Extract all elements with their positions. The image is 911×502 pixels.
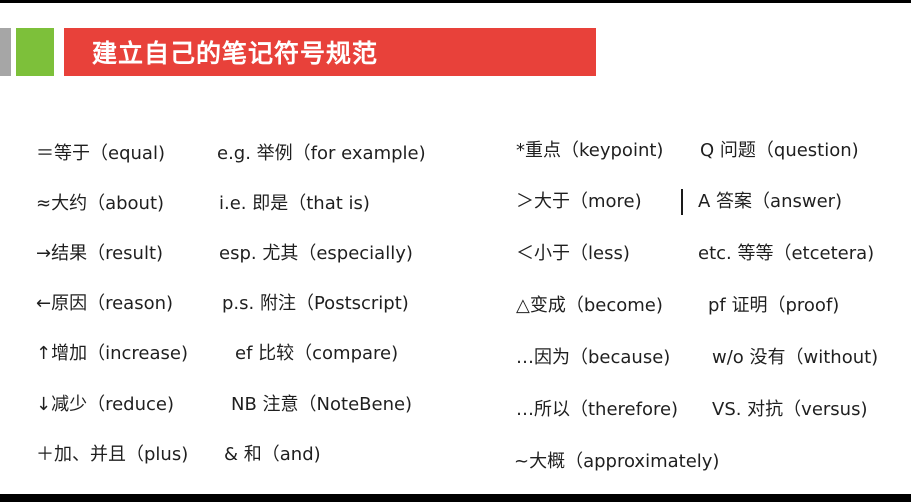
abbr-ie: i.e. 即是（that is) xyxy=(219,193,370,214)
symbol-become: △变成（become) xyxy=(516,295,663,316)
symbol-about: ≈大约（about) xyxy=(36,193,165,214)
symbol-increase: ↑增加（increase) xyxy=(36,343,188,364)
symbol-therefore: …所以（therefore) xyxy=(516,399,679,420)
bottom-border xyxy=(0,494,911,502)
abbr-without: w/o 没有（without) xyxy=(712,347,879,368)
abbr-eg: e.g. 举例（for example) xyxy=(217,143,426,164)
symbol-keypoint: *重点（keypoint) xyxy=(516,140,664,161)
abbr-nb: NB 注意（NoteBene) xyxy=(231,394,413,415)
accent-block-gray xyxy=(0,28,11,76)
abbr-question: Q 问题（question) xyxy=(700,140,859,161)
abbr-and: & 和（and) xyxy=(224,444,321,465)
symbol-plus: ＋加、并且（plus) xyxy=(36,444,189,465)
symbol-reduce: ↓减少（reduce) xyxy=(36,394,174,415)
vertical-divider xyxy=(681,189,683,215)
symbol-approximately: ~大概（approximately) xyxy=(514,451,720,472)
symbol-because: …因为（because) xyxy=(516,347,671,368)
symbol-equal: ＝等于（equal) xyxy=(36,143,165,164)
title-banner: 建立自己的笔记符号规范 xyxy=(64,28,596,76)
top-border xyxy=(0,0,911,3)
symbol-result: →结果（result) xyxy=(36,243,164,264)
symbol-more: ＞大于（more) xyxy=(516,191,642,212)
abbr-answer: A 答案（answer) xyxy=(698,191,843,212)
page-title: 建立自己的笔记符号规范 xyxy=(92,39,379,68)
symbol-reason: ←原因（reason) xyxy=(36,293,174,314)
accent-block-green xyxy=(16,28,54,76)
abbr-ef: ef 比较（compare) xyxy=(235,343,399,364)
symbol-less: ＜小于（less) xyxy=(516,243,630,264)
abbr-esp: esp. 尤其（especially) xyxy=(219,243,413,264)
abbr-ps: p.s. 附注（Postscript) xyxy=(222,293,409,314)
abbr-etc: etc. 等等（etcetera) xyxy=(698,243,875,264)
abbr-proof: pf 证明（proof) xyxy=(708,295,840,316)
abbr-versus: VS. 对抗（versus) xyxy=(712,399,868,420)
